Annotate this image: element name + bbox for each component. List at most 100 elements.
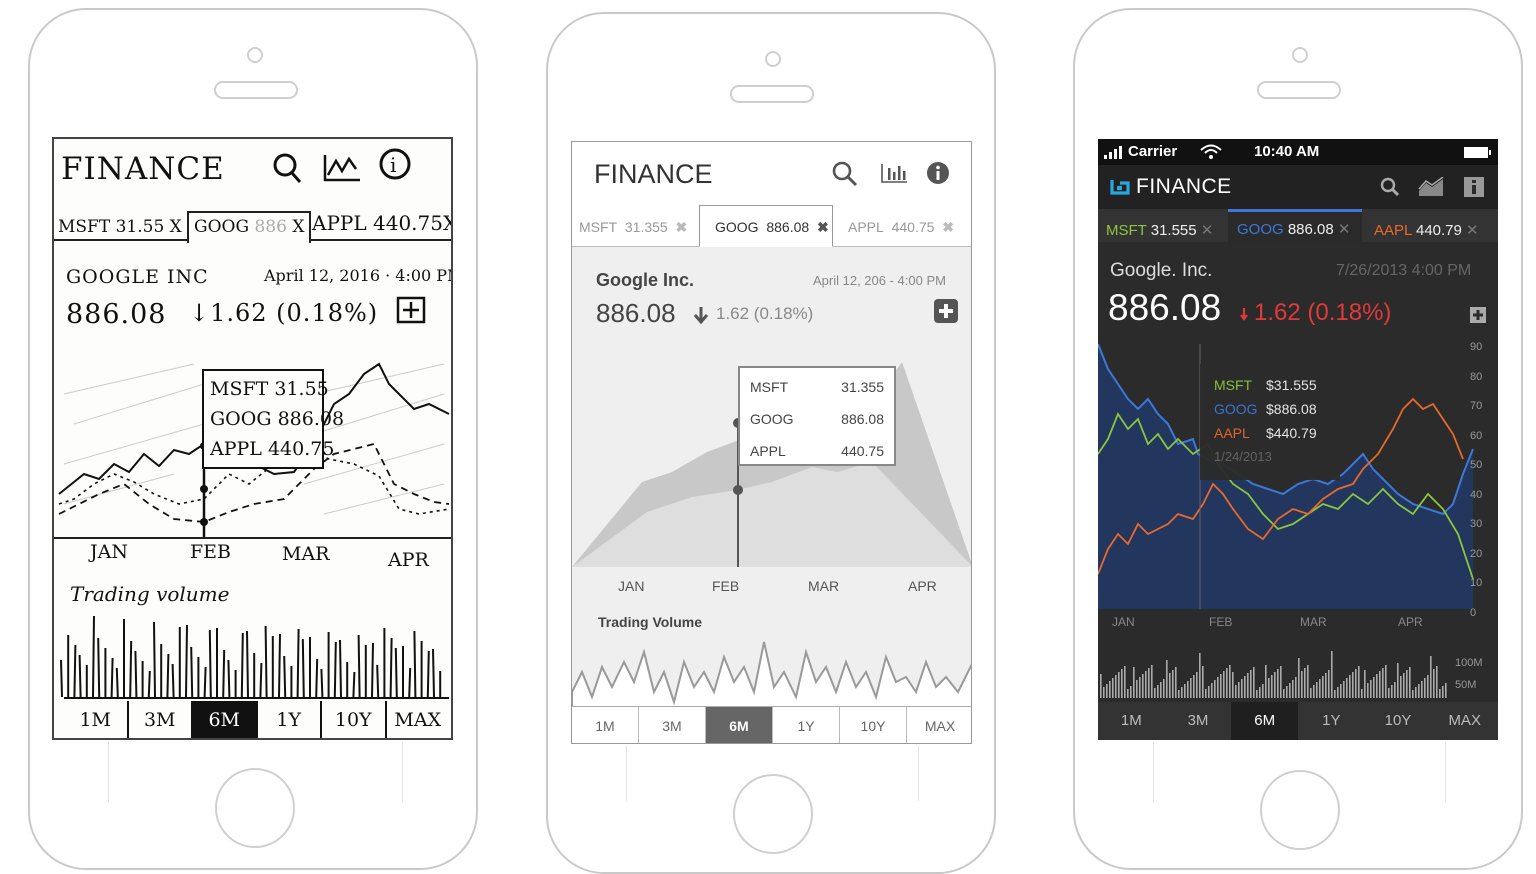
timeframe-group: 1M 3M 6M 1Y 10Y MAX <box>572 707 971 743</box>
home-button[interactable] <box>733 774 813 854</box>
timeframe-10y[interactable]: 10Y <box>320 701 385 738</box>
info-icon[interactable]: i <box>378 147 412 181</box>
quote-change: 1.62 (0.18%) <box>1254 299 1392 326</box>
volume-bar <box>1238 682 1240 698</box>
timeframe-1m[interactable]: 1M <box>64 701 127 738</box>
home-button[interactable] <box>1260 770 1340 850</box>
tab-aapl[interactable]: AAPL 440.79 ✕ <box>1374 221 1479 239</box>
timeframe-max[interactable]: MAX <box>1431 702 1498 740</box>
volume-bar <box>1415 687 1417 698</box>
month-feb: FEB <box>190 541 232 563</box>
volume-bar <box>1241 679 1243 698</box>
volume-stroke <box>73 644 77 698</box>
volume-bar <box>1370 680 1372 698</box>
speaker <box>1257 81 1341 99</box>
month-apr: APR <box>908 578 937 594</box>
close-icon[interactable]: X <box>443 211 451 235</box>
tooltip-value: $31.555 <box>1266 377 1317 393</box>
side-line <box>626 746 627 801</box>
timeframe-10y[interactable]: 10Y <box>839 707 906 743</box>
volume-bar <box>1133 667 1135 698</box>
timeframe-10y[interactable]: 10Y <box>1365 702 1432 740</box>
volume-stroke <box>134 650 138 698</box>
tab-msft[interactable]: MSFT 31.355 ✖ <box>579 219 687 236</box>
tab-goog[interactable]: GOOG 886.08 ✖ <box>699 205 833 247</box>
volume-bar <box>1277 669 1279 698</box>
tab-appl[interactable]: APPL 440.75 ✖ <box>848 219 954 236</box>
close-icon[interactable]: ✕ <box>1338 221 1351 238</box>
area-chart-icon[interactable] <box>1418 177 1444 197</box>
tab-msft[interactable]: MSFT 31.55 X <box>58 217 182 237</box>
timeframe-6m[interactable]: 6M <box>1231 702 1299 740</box>
volume-bar <box>1316 682 1318 698</box>
timeframe-1y[interactable]: 1Y <box>255 701 321 738</box>
quote-change: ↓1.62 (0.18%) <box>189 299 379 327</box>
volume-bar <box>1409 667 1411 698</box>
tab-appl[interactable]: APPL 440.75X <box>312 211 451 235</box>
line-chart-icon[interactable] <box>322 153 362 183</box>
tab-price: 886.08 <box>766 219 810 235</box>
month-feb: FEB <box>712 578 740 594</box>
volume-bar <box>1157 685 1159 698</box>
tab-ticker: MSFT <box>1106 222 1147 239</box>
volume-bar <box>1292 680 1294 698</box>
timeframe-1m[interactable]: 1M <box>572 707 638 743</box>
close-icon[interactable]: ✖ <box>942 219 954 235</box>
timeframe-max[interactable]: MAX <box>384 701 450 738</box>
info-icon[interactable] <box>926 161 950 185</box>
search-icon[interactable] <box>272 151 302 185</box>
info-icon[interactable] <box>1464 177 1484 197</box>
volume-bar <box>1172 670 1174 698</box>
tab-goog[interactable]: GOOG 886 X <box>187 211 312 243</box>
close-icon[interactable]: ✖ <box>676 219 688 235</box>
add-icon[interactable] <box>934 299 958 323</box>
close-icon[interactable]: ✖ <box>817 219 829 235</box>
volume-stroke <box>185 624 188 698</box>
y-tick: 80 <box>1470 370 1483 383</box>
timeframe-max[interactable]: MAX <box>906 707 971 743</box>
volume-bar <box>1220 674 1222 698</box>
timeframe-3m[interactable]: 3M <box>1165 702 1232 740</box>
search-icon[interactable] <box>1380 177 1400 197</box>
y-tick: 0 <box>1470 606 1477 619</box>
volume-bar <box>1166 660 1168 698</box>
close-icon[interactable]: ✕ <box>1466 222 1479 239</box>
volume-bar <box>1424 678 1426 698</box>
add-icon[interactable] <box>1470 307 1486 323</box>
timeframe-1y[interactable]: 1Y <box>772 707 839 743</box>
volume-bar <box>1211 683 1213 698</box>
volume-bar <box>1217 677 1219 698</box>
tooltip-value: 886.08 <box>841 411 884 427</box>
volume-bar <box>1226 668 1228 698</box>
down-arrow-icon <box>1240 308 1248 321</box>
volume-bar <box>1181 687 1183 698</box>
timeframe-1y[interactable]: 1Y <box>1298 702 1365 740</box>
close-icon[interactable]: X <box>170 217 182 237</box>
volume-bar <box>1391 685 1393 698</box>
volume-bar <box>1205 689 1207 698</box>
tooltip-value: 440.75 <box>267 438 335 460</box>
add-icon[interactable] <box>396 296 426 324</box>
volume-bar <box>1148 668 1150 698</box>
volume-bar <box>1307 665 1309 698</box>
search-icon[interactable] <box>832 161 858 187</box>
x-axis <box>54 537 451 539</box>
close-icon[interactable]: ✕ <box>1201 222 1214 239</box>
bar-chart-icon[interactable] <box>880 162 908 184</box>
timeframe-3m[interactable]: 3M <box>126 701 192 738</box>
volume-stroke <box>376 664 380 698</box>
close-icon[interactable]: X <box>292 217 304 237</box>
volume-bar <box>1283 689 1285 698</box>
volume-bar <box>1160 682 1162 698</box>
timeframe-6m[interactable]: 6M <box>191 701 256 738</box>
volume-bar <box>1325 673 1327 698</box>
tab-msft[interactable]: MSFT 31.555 ✕ <box>1106 221 1213 239</box>
timeframe-1m[interactable]: 1M <box>1098 702 1165 740</box>
timeframe-6m[interactable]: 6M <box>705 707 772 743</box>
brand-logo-icon <box>1110 180 1130 195</box>
home-button[interactable] <box>215 768 295 848</box>
timeframe-3m[interactable]: 3M <box>638 707 705 743</box>
month-jan: JAN <box>90 541 128 563</box>
tab-goog[interactable]: GOOG 886.08 ✕ <box>1228 209 1362 242</box>
volume-bar <box>1142 674 1144 698</box>
